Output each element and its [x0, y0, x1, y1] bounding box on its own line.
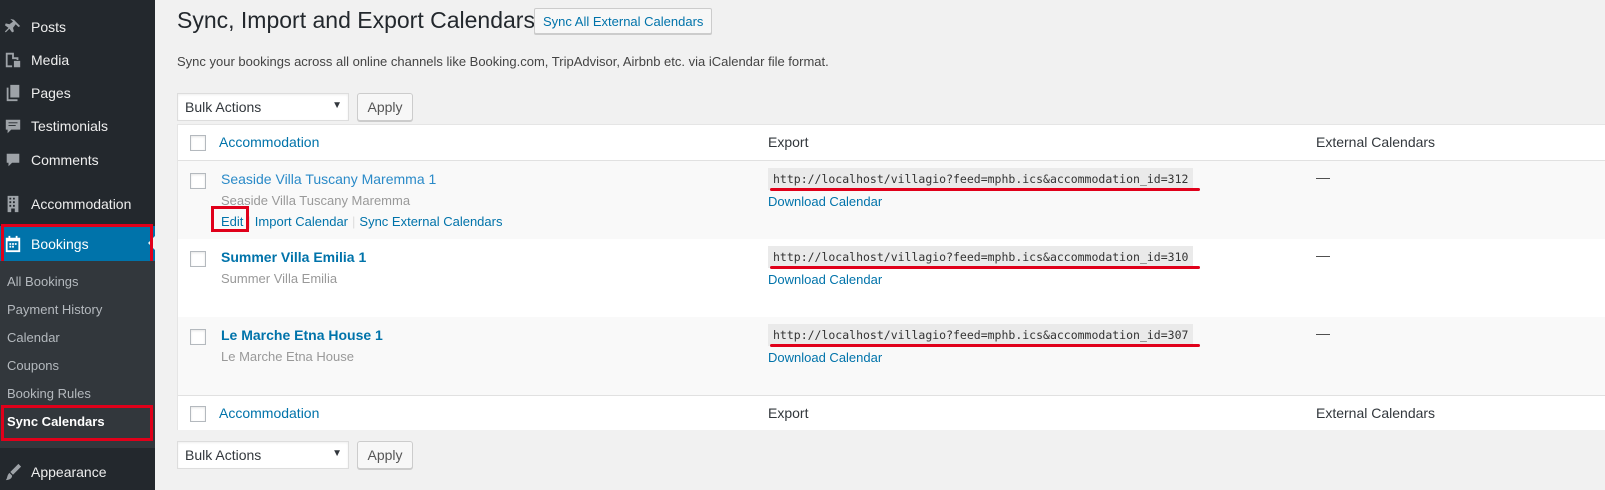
page-title: Sync, Import and Export Calendars — [177, 7, 535, 33]
menu-label: Media — [31, 52, 70, 68]
menu-item-testimonials[interactable]: Testimonials — [0, 109, 155, 143]
submenu-item-coupons[interactable]: Coupons — [7, 358, 59, 373]
submenu-item-all-bookings[interactable]: All Bookings — [7, 274, 79, 289]
export-url: http://localhost/villagio?feed=mphb.ics&… — [768, 168, 1194, 190]
highlight-box-edit — [211, 206, 249, 232]
external-calendars-value: — — [1316, 169, 1330, 185]
submenu-item-payment-history[interactable]: Payment History — [7, 302, 102, 317]
pages-icon — [3, 83, 23, 103]
menu-label: Comments — [31, 152, 99, 168]
building-icon — [3, 194, 23, 214]
select-all-checkbox[interactable] — [190, 135, 206, 151]
accommodation-type: Summer Villa Emilia — [221, 271, 338, 286]
table-row: Seaside Villa Tuscany Maremma 1 Seaside … — [178, 161, 1605, 239]
accommodation-title-link[interactable]: Le Marche Etna House 1 — [221, 327, 383, 343]
row-checkbox[interactable] — [190, 173, 206, 189]
accommodation-title-link[interactable]: Seaside Villa Tuscany Maremma 1 — [221, 171, 436, 187]
apply-button-top[interactable]: Apply — [357, 93, 413, 121]
table-header: Accommodation Export External Calendars — [178, 125, 1605, 161]
table-row: Summer Villa Emilia 1 Summer Villa Emili… — [178, 239, 1605, 317]
highlight-box-sync-calendars — [1, 405, 153, 441]
menu-item-pages[interactable]: Pages — [0, 76, 155, 110]
chevron-down-icon: ▼ — [332, 448, 342, 459]
accommodation-type: Le Marche Etna House — [221, 349, 354, 364]
bulk-actions-select-bottom[interactable]: Bulk Actions ▼ — [177, 441, 349, 469]
bulk-actions-label: Bulk Actions — [185, 447, 262, 463]
url-underline-annotation — [770, 344, 1200, 347]
download-calendar-link[interactable]: Download Calendar — [768, 194, 882, 209]
pin-icon — [3, 17, 23, 37]
menu-label: Pages — [31, 85, 71, 101]
chevron-down-icon: ▼ — [332, 100, 342, 111]
select-all-checkbox-footer[interactable] — [190, 406, 206, 422]
submenu-item-booking-rules[interactable]: Booking Rules — [7, 386, 91, 401]
menu-label: Posts — [31, 19, 67, 35]
table-row: Le Marche Etna House 1 Le Marche Etna Ho… — [178, 317, 1605, 395]
url-underline-annotation — [770, 266, 1200, 269]
import-calendar-link[interactable]: Import Calendar — [255, 214, 348, 229]
bulk-actions-label: Bulk Actions — [185, 99, 262, 115]
column-header-accommodation[interactable]: Accommodation — [219, 134, 319, 150]
row-checkbox[interactable] — [190, 251, 206, 267]
row-actions: Edit | Import Calendar | Sync External Calen… — [221, 214, 502, 229]
download-calendar-link[interactable]: Download Calendar — [768, 350, 882, 365]
menu-item-comments[interactable]: Comments — [0, 143, 155, 177]
url-underline-annotation — [770, 188, 1200, 191]
menu-item-appearance[interactable]: Appearance — [0, 455, 155, 489]
export-url: http://localhost/villagio?feed=mphb.ics&… — [768, 246, 1194, 268]
brush-icon — [3, 462, 23, 482]
bulk-actions-select-top[interactable]: Bulk Actions ▼ — [177, 93, 349, 121]
external-calendars-value: — — [1316, 325, 1330, 341]
highlight-box-bookings — [1, 224, 153, 264]
column-header-export: Export — [768, 134, 809, 150]
export-url: http://localhost/villagio?feed=mphb.ics&… — [768, 324, 1194, 346]
menu-label: Appearance — [31, 464, 107, 480]
sync-all-external-calendars-button[interactable]: Sync All External Calendars — [534, 8, 713, 34]
submenu-item-calendar[interactable]: Calendar — [7, 330, 60, 345]
external-calendars-value: — — [1316, 247, 1330, 263]
calendars-table: Accommodation Export External Calendars … — [177, 124, 1605, 430]
menu-item-accommodation[interactable]: Accommodation — [0, 187, 155, 221]
media-icon — [3, 50, 23, 70]
testimonial-icon — [3, 116, 23, 136]
column-footer-export: Export — [768, 405, 809, 421]
accommodation-type: Seaside Villa Tuscany Maremma — [221, 193, 411, 208]
apply-button-bottom[interactable]: Apply — [357, 441, 413, 469]
table-footer: Accommodation Export External Calendars — [178, 395, 1605, 430]
download-calendar-link[interactable]: Download Calendar — [768, 272, 882, 287]
row-checkbox[interactable] — [190, 329, 206, 345]
menu-label: Testimonials — [31, 118, 109, 134]
main-content: Sync, Import and Export Calendars Sync A… — [155, 0, 1605, 490]
comment-icon — [3, 150, 23, 170]
menu-label: Accommodation — [31, 196, 132, 212]
column-header-external-calendars: External Calendars — [1316, 134, 1436, 150]
menu-item-media[interactable]: Media — [0, 43, 155, 77]
page-description: Sync your bookings across all online cha… — [177, 54, 829, 69]
admin-sidebar: Posts Media Pages Testimonials Comments … — [0, 0, 155, 490]
accommodation-title-link[interactable]: Summer Villa Emilia 1 — [221, 249, 366, 265]
column-footer-accommodation[interactable]: Accommodation — [219, 405, 319, 421]
sync-external-calendars-link[interactable]: Sync External Calendars — [359, 214, 502, 229]
column-footer-external-calendars: External Calendars — [1316, 405, 1436, 421]
separator: | — [352, 214, 356, 229]
menu-item-posts[interactable]: Posts — [0, 10, 155, 44]
